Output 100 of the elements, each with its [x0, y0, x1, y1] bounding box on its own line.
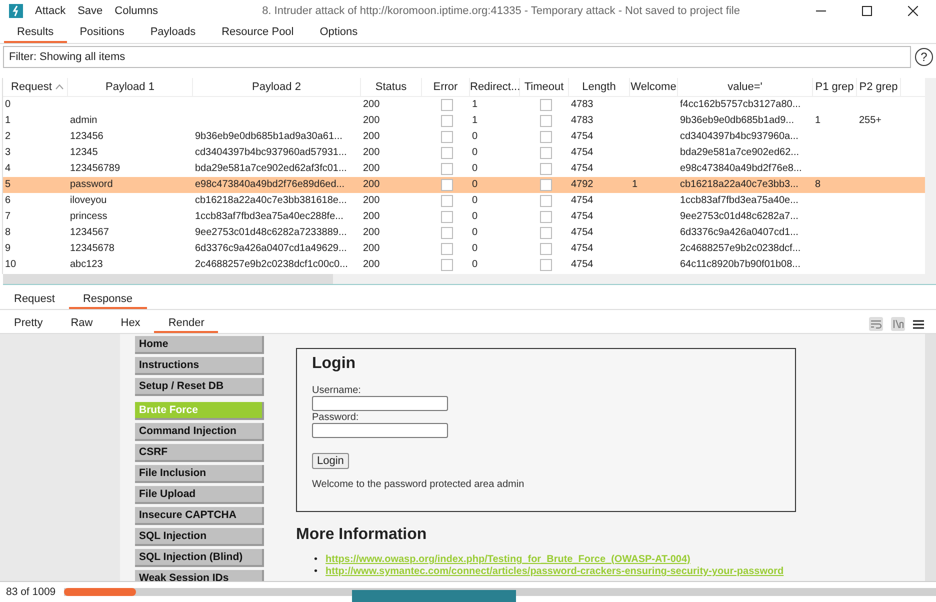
nav-link[interactable]: Command Injection — [135, 423, 264, 441]
scrollbar[interactable] — [925, 78, 936, 274]
table-row[interactable]: 9 12345678 6d3376c9a426a0407cd1a49629... 200 0 4754 2c4688257e9b2c0238dcf... — [3, 241, 925, 257]
tab[interactable]: Options — [306, 22, 371, 43]
table-cell-text: 200 — [362, 258, 381, 272]
table-cell-text: 1 — [471, 98, 479, 112]
section-heading: More Information — [296, 526, 428, 544]
table-cell-text: 4754 — [570, 130, 594, 144]
checkbox[interactable] — [441, 115, 453, 127]
table-cell-text: 10 — [4, 258, 18, 272]
nav-link[interactable]: Setup / Reset DB — [135, 378, 264, 396]
table-cell-text: password — [69, 178, 114, 192]
scrollbar-thumb[interactable] — [3, 274, 333, 284]
checkbox[interactable] — [441, 179, 453, 191]
nav-link[interactable]: Instructions — [135, 357, 264, 375]
table-row[interactable]: 0 200 1 4783 f4cc162b5757cb3127a80... — [3, 97, 925, 113]
checkbox[interactable] — [540, 147, 552, 159]
login-button[interactable]: Login — [312, 453, 349, 469]
checkbox[interactable] — [540, 243, 552, 255]
help-icon[interactable]: ? — [915, 48, 933, 66]
tab[interactable]: Raw — [56, 315, 107, 333]
checkbox[interactable] — [441, 147, 453, 159]
table-row[interactable]: 4 123456789 bda29e581a7ce902ed62af3fc01... 200 0 4754 e98c473840a49bd2f76e8... — [3, 161, 925, 177]
column-header[interactable]: Payload 2 — [193, 78, 361, 96]
checkbox[interactable] — [441, 163, 453, 175]
checkbox[interactable] — [540, 131, 552, 143]
checkbox[interactable] — [441, 99, 453, 111]
column-header[interactable]: Request — [3, 78, 68, 96]
table-row[interactable]: 10 abc123 2c4688257e9b2c0238dcf1c00c0... 200 0 4754 64c11c8920b7b90f01b08... — [3, 257, 925, 273]
table-cell-text: 1234567 — [69, 226, 110, 240]
checkbox[interactable] — [441, 259, 453, 271]
checkbox[interactable] — [540, 259, 552, 271]
tab[interactable]: Request — [0, 291, 69, 309]
table-cell-text: iloveyou — [69, 194, 108, 208]
checkbox[interactable] — [540, 99, 552, 111]
column-header[interactable]: P2 grep — [857, 78, 901, 96]
tab[interactable]: Positions — [66, 22, 138, 43]
newline-icon[interactable] — [891, 317, 905, 331]
column-header[interactable]: Length — [569, 78, 630, 96]
column-header[interactable]: value=' — [678, 78, 813, 96]
table-cell-text: 4754 — [570, 146, 594, 160]
table-cell-text: cb16218a22a40c7e3bb381618e... — [194, 194, 348, 208]
table-cell-text: 12345678 — [69, 242, 116, 256]
table-row[interactable]: 3 12345 cd3404397b4bc937960ad57931... 200 0 4754 bda29e581a7ce902ed62... — [3, 145, 925, 161]
checkbox[interactable] — [540, 163, 552, 175]
checkbox[interactable] — [441, 211, 453, 223]
table-cell-text: 1 — [471, 114, 479, 128]
column-header[interactable]: Redirect... — [470, 78, 520, 96]
column-header[interactable]: Payload 1 — [68, 78, 193, 96]
tab[interactable]: Resource Pool — [208, 22, 307, 43]
nav-link[interactable]: Weak Session IDs — [135, 570, 264, 581]
menu-item[interactable]: Columns — [114, 5, 158, 17]
nav-link[interactable]: CSRF — [135, 444, 264, 462]
username-field[interactable] — [312, 396, 448, 411]
checkbox[interactable] — [540, 195, 552, 207]
tab[interactable]: Results — [4, 22, 67, 43]
checkbox[interactable] — [540, 227, 552, 239]
nav-link[interactable]: Insecure CAPTCHA — [135, 507, 264, 525]
table-cell-text: bda29e581a7ce902ed62... — [679, 146, 800, 160]
checkbox[interactable] — [441, 243, 453, 255]
checkbox[interactable] — [441, 227, 453, 239]
nav-link[interactable]: Home — [135, 336, 264, 354]
table-cell-text: 4783 — [570, 98, 594, 112]
tab[interactable]: Response — [68, 291, 147, 309]
field-label: Password: — [312, 412, 360, 423]
checkbox[interactable] — [441, 195, 453, 207]
checkbox[interactable] — [540, 115, 552, 127]
checkbox[interactable] — [540, 179, 552, 191]
tab[interactable]: Pretty — [0, 315, 57, 333]
table-row[interactable]: 5 password e98c473840a49bd2f76e89d6ed... 200 0 4792 1 cb16218a22a40c7e3bb3... 8 — [3, 177, 925, 193]
table-row[interactable]: 7 princess 1ccb83af7fbd3ea75a40ec288fe... 200 0 4754 9ee2753c01d48c6282a7... — [3, 209, 925, 225]
nav-link[interactable]: SQL Injection (Blind) — [135, 549, 264, 567]
table-cell-text: 200 — [362, 178, 381, 192]
menu-item[interactable]: Attack — [35, 5, 66, 17]
nav-link[interactable]: File Inclusion — [135, 465, 264, 483]
checkbox[interactable] — [441, 131, 453, 143]
nav-link[interactable]: SQL Injection — [135, 528, 264, 546]
tab[interactable]: Hex — [106, 315, 154, 333]
tab[interactable]: Payloads — [137, 22, 209, 43]
column-header[interactable]: Status — [361, 78, 422, 96]
table-row[interactable]: 6 iloveyou cb16218a22a40c7e3bb381618e... 200 0 4754 1ccb83af7fbd3ea75a40e... — [3, 193, 925, 209]
password-field[interactable] — [312, 423, 448, 438]
wrap-lines-icon[interactable] — [869, 317, 883, 331]
table-row[interactable]: 2 123456 9b36eb9e0db685b1ad9a30a61... 200 0 4754 cd3404397b4bc937960a... — [3, 129, 925, 145]
table-row[interactable]: 1 admin 200 1 4783 9b36eb9e0db685b1ad9... 1 255+ — [3, 113, 925, 129]
maximize-icon[interactable] — [862, 6, 872, 16]
filter-bar[interactable]: Filter: Showing all items — [3, 46, 911, 68]
column-header[interactable]: Timeout — [520, 78, 569, 96]
column-header[interactable]: Error — [422, 78, 470, 96]
column-header[interactable]: Welcome — [630, 78, 678, 96]
table-cell-text: 0 — [471, 210, 479, 224]
close-icon[interactable] — [908, 6, 918, 16]
nav-link[interactable]: File Upload — [135, 486, 264, 504]
menu-item[interactable]: Save — [78, 5, 103, 17]
column-header[interactable]: P1 grep — [813, 78, 857, 96]
table-row[interactable]: 8 1234567 9ee2753c01d48c6282a7233889... 200 0 4754 6d3376c9a426a0407cd1... — [3, 225, 925, 241]
table-cell-text: 200 — [362, 146, 381, 160]
checkbox[interactable] — [540, 211, 552, 223]
scrollbar[interactable] — [925, 334, 936, 581]
field-label: Username: — [312, 385, 362, 396]
